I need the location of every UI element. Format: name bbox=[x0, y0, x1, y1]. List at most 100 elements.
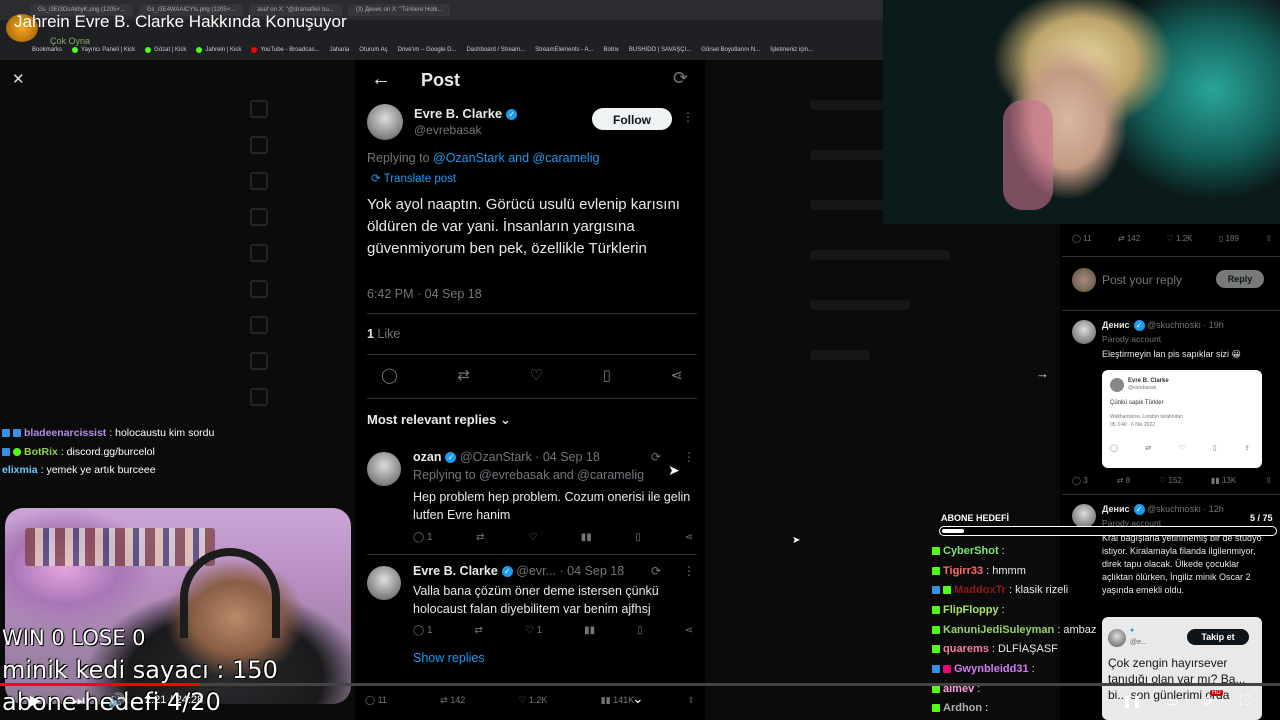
chat-user[interactable]: Tigirr33 bbox=[943, 565, 983, 577]
back-arrow-icon[interactable]: ← bbox=[371, 68, 391, 91]
bookmark-item[interactable]: Jaharia bbox=[330, 47, 350, 53]
reply-author[interactable]: Evre B. Clarke bbox=[413, 564, 498, 578]
share-icon[interactable]: ⋖ bbox=[685, 532, 693, 543]
chat-text: : discord.gg/burcelol bbox=[60, 445, 155, 458]
next-icon[interactable]: ⏭ bbox=[72, 692, 85, 709]
chat-user[interactable]: quarems bbox=[943, 643, 989, 655]
grok-icon[interactable]: ⟳ bbox=[651, 564, 661, 578]
grok-icon[interactable]: ⟳ bbox=[673, 68, 688, 89]
bookmark-item[interactable]: BUSHIDO | SAVAŞÇI... bbox=[629, 47, 691, 53]
chat-user[interactable]: bladeenarcissist bbox=[24, 427, 106, 439]
repost-icon: ⇄ 8 bbox=[1116, 476, 1131, 485]
volume-icon[interactable]: 🔊 bbox=[108, 692, 125, 709]
bookmark-icon[interactable]: ▯ bbox=[637, 625, 643, 636]
bookmark-icon[interactable]: ▯ bbox=[635, 532, 641, 543]
repost-icon[interactable]: ⇄ 142 bbox=[440, 695, 465, 706]
like-icon[interactable]: ♡ bbox=[530, 366, 543, 384]
reply-avatar[interactable] bbox=[367, 566, 401, 600]
close-icon[interactable]: ✕ bbox=[12, 70, 25, 88]
chat-user[interactable]: Ardhon bbox=[943, 702, 982, 714]
browser-tab[interactable]: (3) Денис on X: "Türklere Hobi... bbox=[347, 4, 451, 16]
grok-icon[interactable]: ⟳ bbox=[651, 450, 661, 464]
reply-count: 1 bbox=[426, 532, 433, 543]
follow-button[interactable]: Takip et bbox=[1187, 629, 1249, 645]
reply-avatar[interactable] bbox=[367, 452, 401, 486]
reply-stat: 3 bbox=[1083, 476, 1088, 485]
chat-user[interactable]: KanuniJediSuleyman bbox=[943, 624, 1054, 636]
share-icon[interactable]: ⋖ bbox=[670, 366, 683, 384]
bookmark-item[interactable]: Gözat | Kick bbox=[145, 47, 186, 53]
bookmark-item[interactable]: Görsel Boyutlarını N... bbox=[701, 47, 760, 53]
quote-date: 05 3:40 · 6 Nis 2022 bbox=[1110, 422, 1156, 428]
reply-icon[interactable]: ◯ 1 bbox=[413, 625, 433, 636]
bookmark-item[interactable]: StreamElements - A... bbox=[535, 47, 593, 53]
reply-replying-to[interactable]: Replying to @evrebasak and @caramelig bbox=[413, 468, 644, 482]
bookmark-item[interactable]: Dashboard / Stream... bbox=[466, 47, 525, 53]
reply-icon[interactable]: ◯ 1 bbox=[413, 532, 433, 543]
reply-icon: ◯ 11 bbox=[1072, 234, 1092, 243]
replying-to-links[interactable]: @OzanStark and @caramelig bbox=[433, 151, 599, 165]
bookmark-item[interactable]: Jahrein | Kick bbox=[196, 47, 241, 53]
bookmark-item[interactable]: Bookmarks bbox=[32, 47, 62, 53]
more-options-icon[interactable]: ⋮ bbox=[683, 450, 695, 464]
bookmark-item[interactable]: Drive'ım – Google D... bbox=[398, 47, 457, 53]
mouse-cursor-icon: ➤ bbox=[668, 462, 680, 478]
settings-icon[interactable]: ⚙ HD bbox=[1202, 690, 1223, 708]
author-name-row[interactable]: Evre B. Clarke ✓ bbox=[414, 106, 518, 121]
like-count: 1 bbox=[536, 625, 543, 636]
repost-icon[interactable]: ⇄ bbox=[475, 625, 483, 636]
mouse-cursor-icon: ➤ bbox=[792, 535, 801, 546]
post-timestamp[interactable]: 6:42 PM · 04 Sep 18 bbox=[367, 287, 482, 301]
chat-user[interactable]: elixmia bbox=[2, 464, 38, 476]
author-avatar[interactable] bbox=[367, 104, 403, 140]
bookmark-item[interactable]: İşletmeniz için... bbox=[770, 47, 813, 53]
captions-icon[interactable]: ▭ bbox=[1166, 694, 1178, 710]
fullscreen-icon[interactable]: ⛶ bbox=[1240, 692, 1250, 709]
chat-user[interactable]: MaddoxTr bbox=[954, 584, 1006, 596]
views-icon[interactable]: ▮▮ bbox=[584, 625, 595, 636]
chat-user[interactable]: Gwynbleidd31 bbox=[954, 663, 1029, 675]
badge-icon bbox=[2, 447, 10, 456]
likes-count[interactable]: 1 Like bbox=[367, 327, 400, 341]
bookmark-item[interactable]: Yayıncı Paneli | Kick bbox=[72, 47, 135, 53]
chat-user[interactable]: CyberShot bbox=[943, 545, 999, 557]
repost-icon[interactable]: ⇄ bbox=[476, 532, 484, 543]
bookmark-item[interactable]: YouTube - Broadcas... bbox=[251, 47, 320, 53]
figurine-shelf bbox=[25, 528, 215, 566]
bookmark-icon[interactable]: ▯ bbox=[603, 366, 611, 384]
reply-icon[interactable]: ◯ bbox=[381, 366, 398, 384]
share-icon[interactable]: ⇪ bbox=[687, 695, 695, 706]
replies-sort-dropdown[interactable]: Most relevant replies ⌄ bbox=[367, 412, 511, 428]
verified-icon: ✓ bbox=[445, 452, 457, 464]
show-replies-link[interactable]: Show replies bbox=[413, 651, 485, 665]
like-icon[interactable]: ♡ 1 bbox=[525, 625, 542, 636]
bookmark-item[interactable]: Botrix bbox=[604, 47, 619, 53]
verified-icon: ✓ bbox=[1133, 320, 1145, 332]
author-handle[interactable]: @evrebasak bbox=[414, 123, 482, 137]
repost-icon[interactable]: ⇄ bbox=[457, 366, 470, 384]
chat-text: : bbox=[1031, 662, 1035, 675]
views-stat: 13K bbox=[1221, 476, 1237, 485]
reply-action-row: ◯ 1 ⇄ ♡ ▮▮ ▯ ⋖ bbox=[413, 532, 693, 543]
chevron-down-icon[interactable]: ⌄ bbox=[632, 690, 644, 707]
reply-icon[interactable]: ◯ 11 bbox=[365, 695, 387, 706]
bookmark-icon: ▯ 189 bbox=[1218, 234, 1239, 243]
reply-author[interactable]: ozan bbox=[413, 450, 441, 464]
views-icon[interactable]: ▮▮ 141K bbox=[601, 695, 634, 706]
pause-icon[interactable]: ❚❚ bbox=[1122, 694, 1142, 708]
arrow-right-icon[interactable]: → bbox=[1036, 366, 1049, 381]
chat-text: : yemek ye artık burceee bbox=[40, 464, 156, 477]
follow-button[interactable]: Follow bbox=[592, 108, 672, 130]
dimmed-nav-item bbox=[250, 208, 340, 226]
views-icon[interactable]: ▮▮ bbox=[581, 532, 592, 543]
like-icon[interactable]: ♡ bbox=[528, 532, 537, 543]
chat-user[interactable]: FlipFloppy bbox=[943, 604, 999, 616]
translate-post-link[interactable]: ⟳ Translate post bbox=[371, 171, 456, 185]
play-icon[interactable]: ▶ bbox=[30, 692, 41, 709]
more-options-icon[interactable]: ⋮ bbox=[682, 110, 694, 124]
share-icon[interactable]: ⋖ bbox=[685, 625, 693, 636]
like-icon[interactable]: ♡ 1.2K bbox=[518, 695, 547, 706]
chat-user[interactable]: BotRix bbox=[24, 446, 58, 458]
more-options-icon[interactable]: ⋮ bbox=[683, 564, 695, 578]
bookmark-item[interactable]: Oturum Aç bbox=[359, 47, 387, 53]
